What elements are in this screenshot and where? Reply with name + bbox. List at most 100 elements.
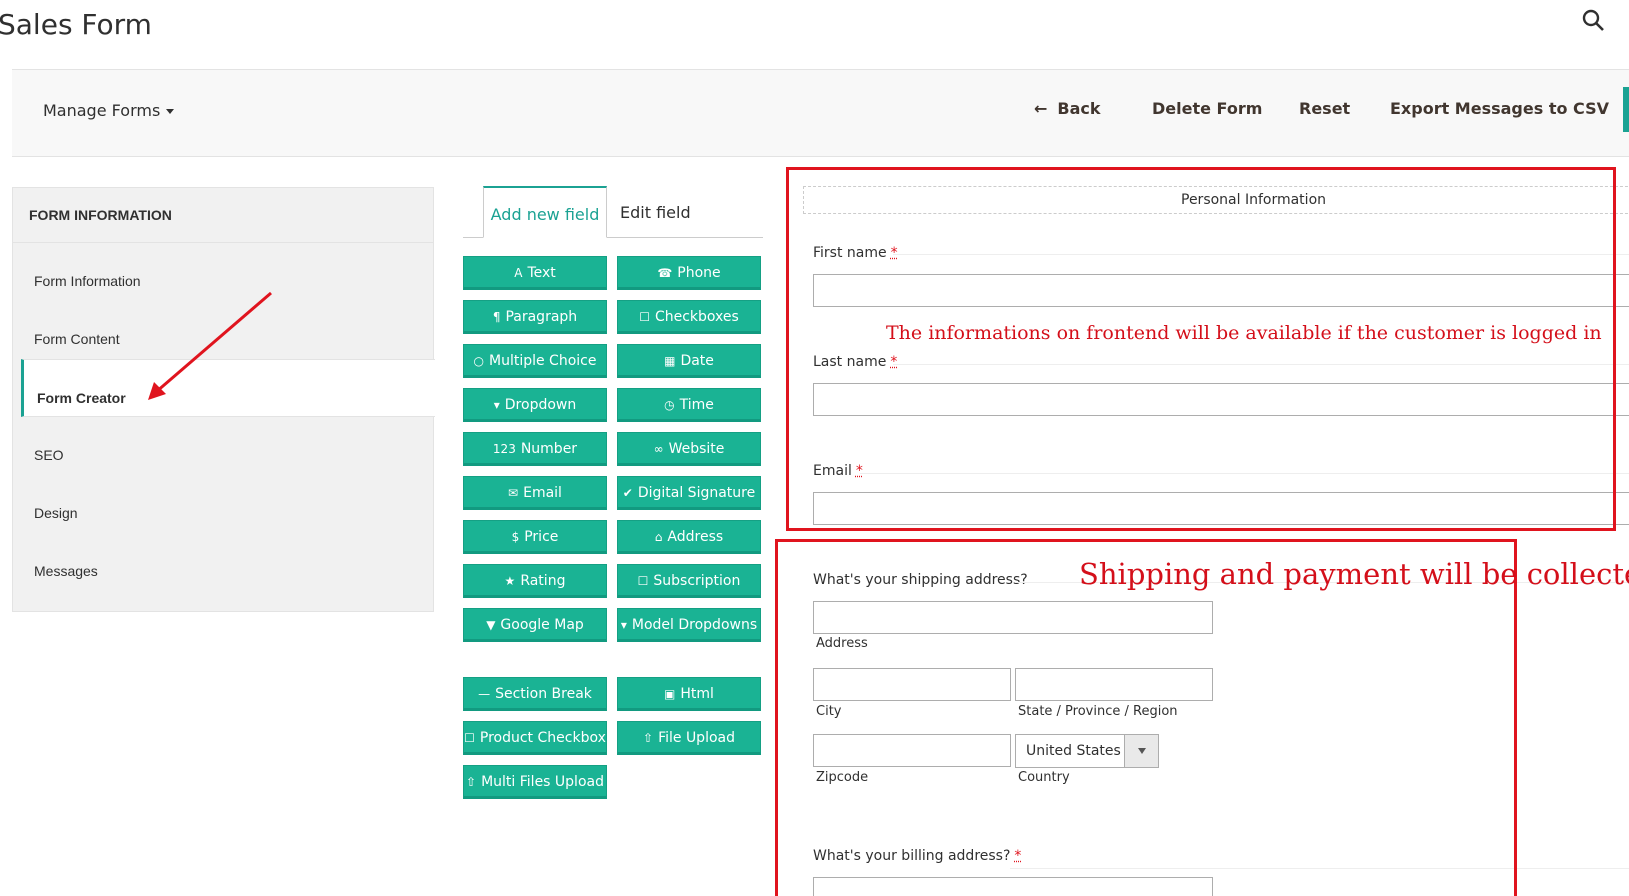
field-button-label: Time	[679, 397, 714, 413]
section-title: Personal Information	[1171, 192, 1337, 208]
city-input[interactable]	[813, 668, 1011, 701]
zipcode-input[interactable]	[813, 734, 1011, 767]
reset-button[interactable]: Reset	[1299, 99, 1350, 118]
field-button-google-map[interactable]: ▼ Google Map	[463, 608, 607, 642]
field-button-label: Rating	[520, 573, 566, 589]
caret-down-icon: ▾	[620, 618, 627, 632]
last-name-label: Last name *	[813, 354, 898, 370]
map-marker-icon: ▼	[486, 618, 496, 632]
field-button-label: Google Map	[500, 617, 584, 633]
billing-address-input[interactable]	[813, 877, 1213, 896]
annotation-note-shipping: Shipping and payment will be collected	[1079, 557, 1629, 591]
sidebar-item-messages[interactable]: Messages	[13, 533, 433, 591]
home-icon: ⌂	[654, 530, 663, 544]
chevron-down-icon	[1124, 735, 1158, 767]
city-sublabel: City	[816, 704, 842, 719]
field-button-multiple-choice[interactable]: ○ Multiple Choice	[463, 344, 607, 378]
back-label: Back	[1057, 99, 1101, 118]
shipping-address-input[interactable]	[813, 601, 1213, 634]
upload-icon: ⇧	[643, 731, 654, 745]
field-button-subscription[interactable]: ☐ Subscription	[617, 564, 761, 598]
annotation-note-logged-in: The informations on frontend will be ava…	[886, 322, 1602, 344]
field-button-model-dropdowns[interactable]: ▾ Model Dropdowns	[617, 608, 761, 642]
field-button-label: Paragraph	[505, 309, 578, 325]
caret-down-icon	[166, 109, 175, 114]
first-name-label: First name *	[813, 245, 898, 261]
address-sublabel: Address	[816, 636, 868, 651]
field-button-label: Model Dropdowns	[631, 617, 758, 633]
state-sublabel: State / Province / Region	[1018, 704, 1178, 719]
email-input[interactable]	[813, 492, 1629, 525]
field-button-html[interactable]: ▣ Html	[617, 677, 761, 711]
field-button-label: Multi Files Upload	[481, 774, 604, 790]
field-button-label: Text	[527, 265, 556, 281]
search-icon[interactable]	[1581, 8, 1607, 34]
field-button-date[interactable]: ▦ Date	[617, 344, 761, 378]
star-icon: ★	[504, 574, 516, 588]
dollar-icon: $	[511, 530, 520, 544]
field-button-text[interactable]: A Text	[463, 256, 607, 290]
field-button-label: Checkboxes	[654, 309, 739, 325]
first-name-input[interactable]	[813, 274, 1629, 307]
link-icon: ∞	[653, 442, 664, 456]
field-button-email[interactable]: ✉ Email	[463, 476, 607, 510]
envelope-icon: ✉	[508, 486, 519, 500]
field-button-digital-signature[interactable]: ✔ Digital Signature	[617, 476, 761, 510]
field-button-label: Price	[524, 529, 559, 545]
field-button-label: Html	[680, 686, 714, 702]
tab-add-new-field[interactable]: Add new field	[483, 186, 607, 238]
sidebar-item-form-information[interactable]: Form Information	[13, 243, 433, 301]
checkbox-icon: ☐	[639, 310, 650, 324]
field-button-website[interactable]: ∞ Website	[617, 432, 761, 466]
field-tabs: Add new field Edit field	[463, 186, 763, 238]
field-button-label: Email	[523, 485, 562, 501]
field-button-label: Digital Signature	[637, 485, 756, 501]
field-button-number[interactable]: 123 Number	[463, 432, 607, 466]
sidebar-item-form-creator[interactable]: Form Creator	[21, 359, 435, 417]
manage-forms-dropdown[interactable]: Manage Forms	[43, 101, 175, 120]
billing-question-label: What's your billing address? *	[813, 848, 1022, 864]
field-button-phone[interactable]: ☎ Phone	[617, 256, 761, 290]
html-icon: ▣	[664, 687, 676, 701]
country-select[interactable]: United States	[1015, 734, 1159, 768]
field-button-paragraph[interactable]: ¶ Paragraph	[463, 300, 607, 334]
paragraph-icon: ¶	[492, 310, 501, 324]
field-button-section-break[interactable]: — Section Break	[463, 677, 607, 711]
checkbox-icon: ☐	[464, 731, 475, 745]
field-button-label: Dropdown	[504, 397, 577, 413]
section-personal-information: Personal Information	[803, 186, 1629, 214]
minus-icon: —	[478, 687, 491, 701]
field-button-address[interactable]: ⌂ Address	[617, 520, 761, 554]
page-title: Sales Form	[0, 8, 152, 41]
last-name-input[interactable]	[813, 383, 1629, 416]
email-label: Email *	[813, 463, 863, 479]
field-button-time[interactable]: ◷ Time	[617, 388, 761, 422]
sidebar-item-seo[interactable]: SEO	[13, 417, 433, 475]
field-button-label: Subscription	[653, 573, 741, 589]
phone-icon: ☎	[657, 266, 673, 280]
manage-forms-label: Manage Forms	[43, 101, 161, 120]
field-button-multi-files-upload[interactable]: ⇧ Multi Files Upload	[463, 765, 607, 799]
field-button-rating[interactable]: ★ Rating	[463, 564, 607, 598]
country-value: United States	[1026, 743, 1121, 759]
field-button-dropdown[interactable]: ▾ Dropdown	[463, 388, 607, 422]
sidebar-item-form-content[interactable]: Form Content	[13, 301, 433, 359]
export-messages-button[interactable]: Export Messages to CSV	[1390, 99, 1609, 118]
tab-edit-field[interactable]: Edit field	[620, 186, 720, 238]
field-button-label: File Upload	[658, 730, 735, 746]
state-input[interactable]	[1015, 668, 1213, 701]
page-toolbar: Manage Forms ← Back Delete Form Reset Exp…	[12, 69, 1629, 157]
field-button-checkboxes[interactable]: ☐ Checkboxes	[617, 300, 761, 334]
annotation-box-personal	[786, 167, 1616, 531]
delete-form-button[interactable]: Delete Form	[1152, 99, 1262, 118]
sidebar: FORM INFORMATION Form Information Form C…	[12, 187, 435, 612]
sidebar-item-design[interactable]: Design	[13, 475, 433, 533]
field-button-price[interactable]: $ Price	[463, 520, 607, 554]
field-button-label: Website	[668, 441, 725, 457]
save-button[interactable]	[1623, 87, 1629, 132]
field-button-file-upload[interactable]: ⇧ File Upload	[617, 721, 761, 755]
back-button[interactable]: ← Back	[1034, 99, 1101, 118]
field-button-product-checkbox[interactable]: ☐ Product Checkbox	[463, 721, 607, 755]
checkbox-icon: ☐	[637, 574, 649, 588]
field-button-label: Address	[667, 529, 724, 545]
